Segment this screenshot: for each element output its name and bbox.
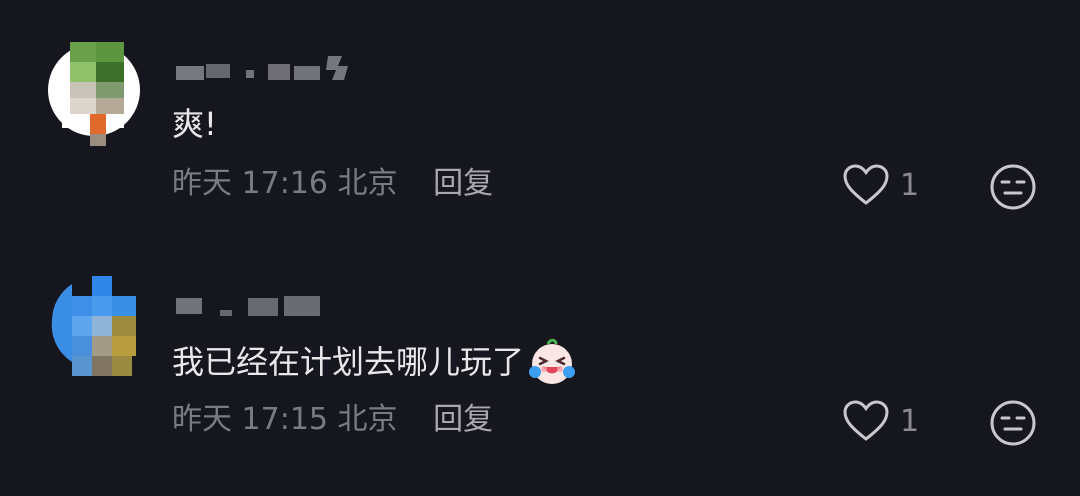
comment-text: 我已经在计划去哪儿玩了 xyxy=(172,336,578,388)
user-avatar[interactable] xyxy=(44,42,144,146)
dislike-button[interactable] xyxy=(988,162,1038,212)
comment-location: 北京 xyxy=(337,402,398,437)
like-count: 1 xyxy=(900,167,920,203)
comment-text: 爽! xyxy=(172,105,217,143)
comment-item: 我已经在计划去哪儿玩了 昨天 17:15 北京 回复 1 xyxy=(0,240,1080,496)
reply-button[interactable]: 回复 xyxy=(433,402,493,437)
like-count: 1 xyxy=(900,403,920,439)
like-button[interactable]: 1 xyxy=(842,160,919,210)
comment-location: 北京 xyxy=(337,166,398,201)
pixelated-avatar-icon xyxy=(48,42,140,146)
comment-time: 昨天 17:16 xyxy=(172,166,328,201)
user-avatar[interactable] xyxy=(44,272,144,376)
pixelated-avatar-icon xyxy=(51,276,136,376)
comment-item: 爽! 昨天 17:16 北京 回复 1 xyxy=(0,0,1080,240)
like-button[interactable]: 1 xyxy=(842,396,919,446)
expressionless-face-icon xyxy=(990,400,1036,446)
username-blurred[interactable] xyxy=(172,290,332,320)
comment-meta: 昨天 17:16 北京 回复 xyxy=(172,164,493,204)
comment-list: 爽! 昨天 17:16 北京 回复 1 我已经在计划去哪儿玩了 昨天 17:15… xyxy=(0,0,1080,496)
laughing-crying-emoji-icon xyxy=(529,338,576,384)
comment-meta: 昨天 17:15 北京 回复 xyxy=(172,400,493,440)
heart-outline-icon xyxy=(843,400,889,441)
username-blurred[interactable] xyxy=(172,52,362,82)
dislike-button[interactable] xyxy=(988,398,1038,448)
comment-time: 昨天 17:15 xyxy=(172,402,328,437)
reply-button[interactable]: 回复 xyxy=(433,166,493,201)
expressionless-face-icon xyxy=(990,164,1036,210)
heart-outline-icon xyxy=(843,164,889,205)
